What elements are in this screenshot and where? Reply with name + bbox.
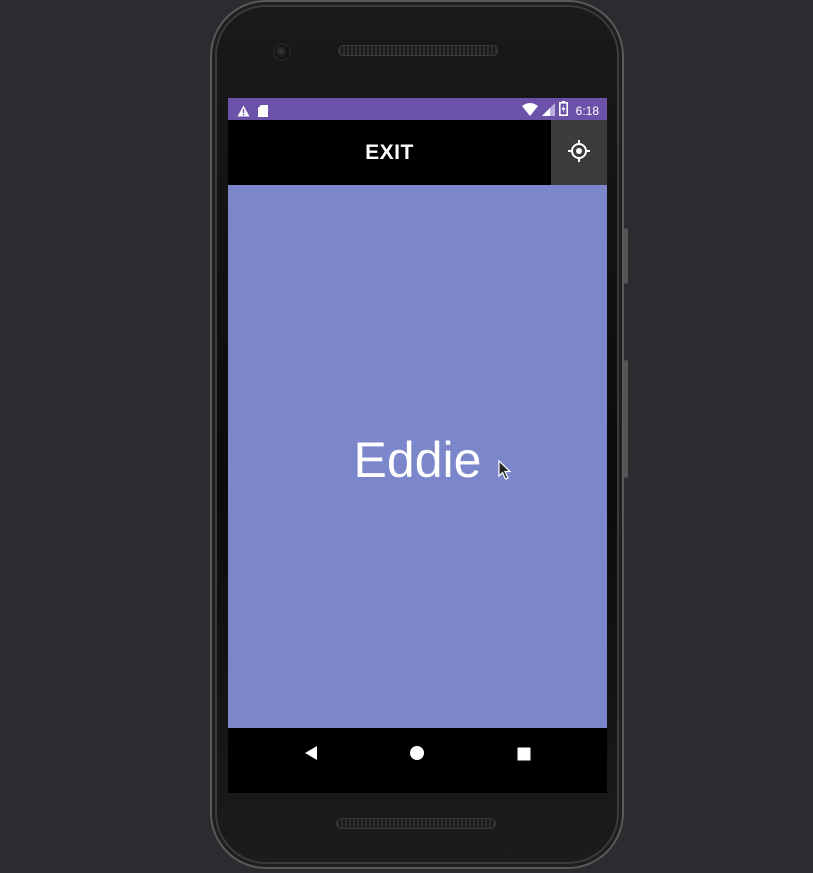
home-icon xyxy=(409,745,425,765)
location-settings-button[interactable] xyxy=(551,120,607,185)
recents-icon xyxy=(517,746,531,765)
name-label: Eddie xyxy=(353,432,482,488)
navigation-bar xyxy=(228,728,607,793)
front-camera xyxy=(275,45,289,59)
exit-button[interactable]: EXIT xyxy=(228,120,551,185)
recents-button[interactable] xyxy=(509,740,539,770)
volume-button xyxy=(624,360,628,478)
status-clock: 6:18 xyxy=(575,103,599,118)
gps-target-icon xyxy=(567,139,591,167)
home-button[interactable] xyxy=(402,740,432,770)
warning-icon xyxy=(237,102,250,121)
wifi-icon xyxy=(521,101,538,120)
power-button xyxy=(624,228,628,284)
back-button[interactable] xyxy=(296,740,326,770)
back-icon xyxy=(303,745,319,765)
battery-icon xyxy=(558,101,568,120)
earpiece-speaker xyxy=(339,46,497,55)
bottom-speaker xyxy=(337,819,495,828)
sd-card-icon xyxy=(258,102,268,121)
app-bar: EXIT xyxy=(228,120,607,185)
cellular-signal-icon xyxy=(541,101,555,120)
device-screen: 6:18 EXIT Eddie xyxy=(228,98,607,793)
mouse-cursor-icon xyxy=(498,459,512,484)
content-area[interactable]: Eddie xyxy=(228,185,607,728)
status-bar: 6:18 xyxy=(228,98,607,120)
